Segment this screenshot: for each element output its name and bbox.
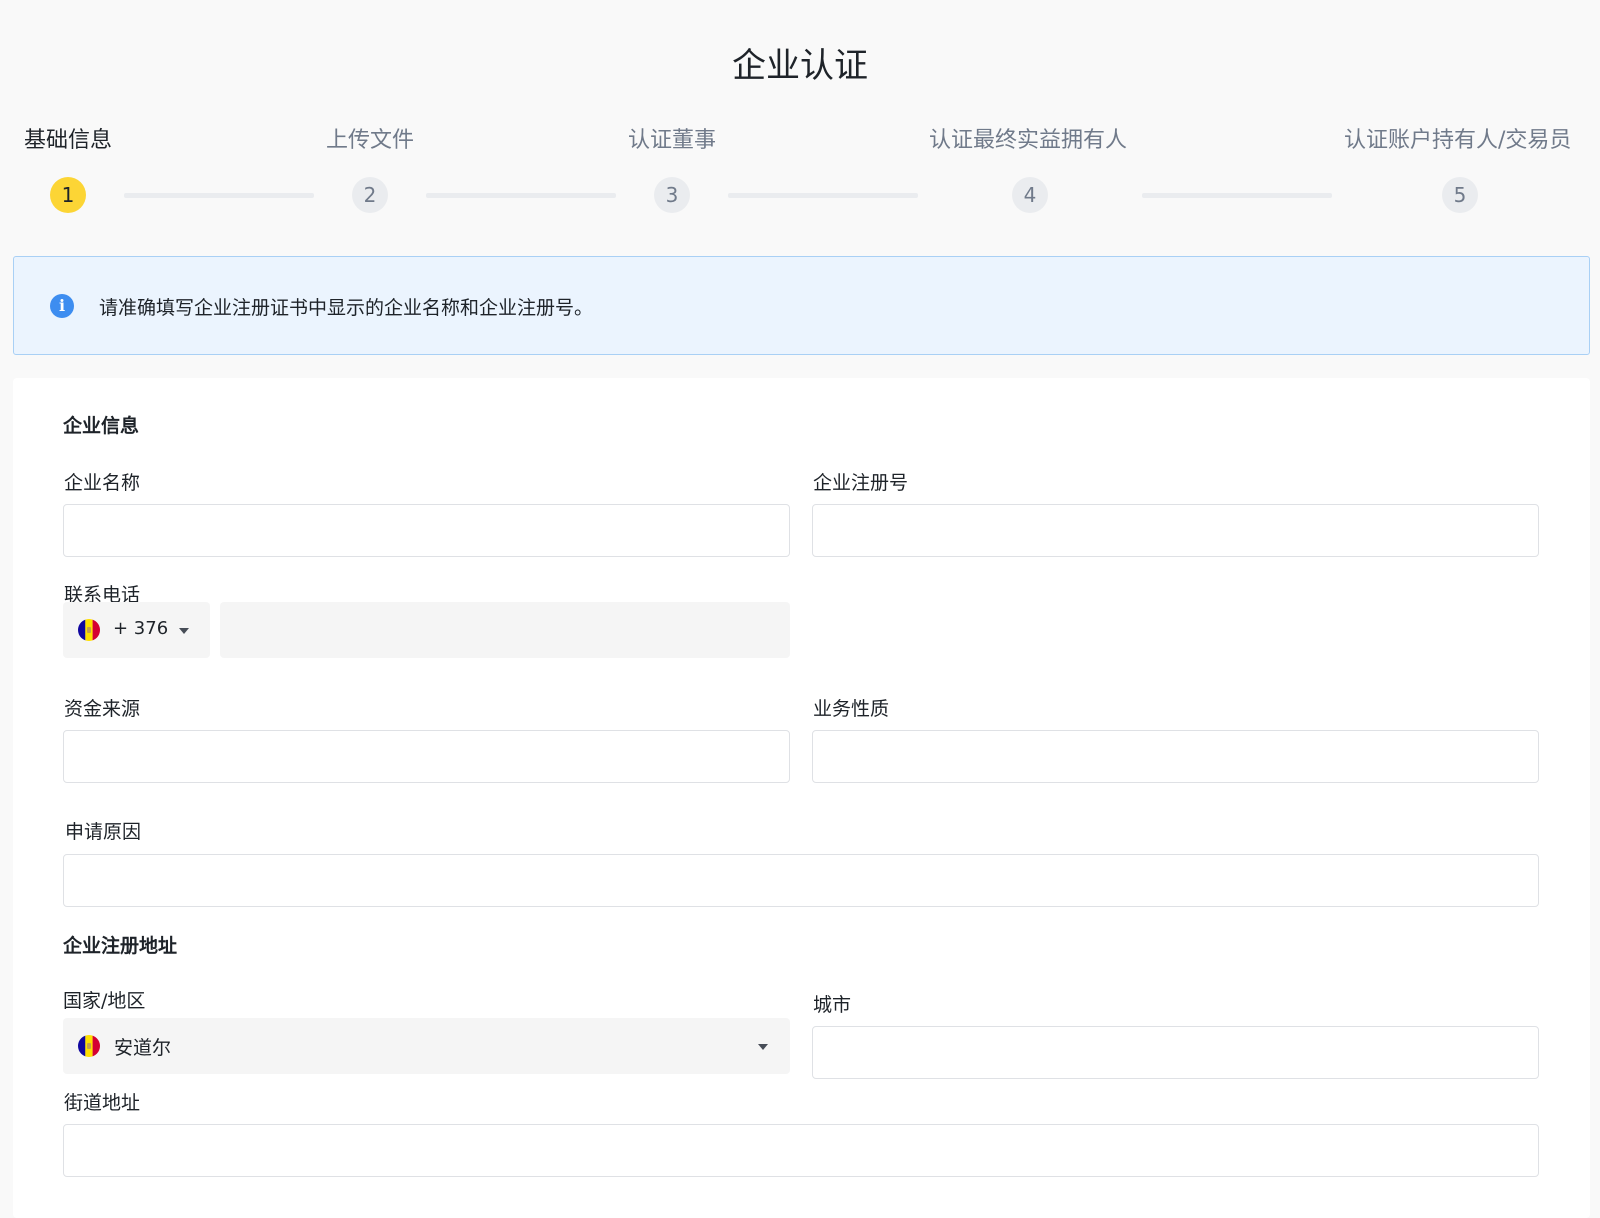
phone-number-input[interactable] bbox=[220, 602, 790, 658]
page-title: 企业认证 bbox=[732, 46, 868, 86]
street-label: 街道地址 bbox=[64, 1092, 141, 1114]
caret-down-icon bbox=[758, 1044, 768, 1050]
application-reason-input[interactable] bbox=[64, 855, 1538, 906]
step-circle-3[interactable]: 3 bbox=[654, 177, 690, 213]
business-nature-field[interactable] bbox=[812, 730, 1539, 783]
street-input[interactable] bbox=[64, 1125, 1538, 1176]
business-nature-input[interactable] bbox=[813, 731, 1538, 782]
company-name-label: 企业名称 bbox=[64, 472, 141, 494]
city-field[interactable] bbox=[812, 1026, 1539, 1079]
source-of-funds-label: 资金来源 bbox=[64, 698, 141, 720]
section-title-company-info: 企业信息 bbox=[63, 415, 140, 437]
info-notice: i 请准确填写企业注册证书中显示的企业名称和企业注册号。 bbox=[13, 256, 1590, 355]
step-connector bbox=[124, 193, 314, 198]
city-input[interactable] bbox=[813, 1027, 1538, 1078]
section-title-registered-address: 企业注册地址 bbox=[63, 935, 178, 957]
andorra-flag-icon bbox=[78, 619, 100, 641]
company-name-field[interactable] bbox=[63, 504, 790, 557]
country-value: 安道尔 bbox=[114, 1037, 172, 1059]
step-label-5[interactable]: 认证账户持有人/交易员 bbox=[1344, 122, 1571, 154]
source-of-funds-field[interactable] bbox=[63, 730, 790, 783]
andorra-flag-icon bbox=[78, 1035, 100, 1057]
dial-code: + 376 bbox=[113, 618, 169, 639]
step-label-2[interactable]: 上传文件 bbox=[326, 122, 414, 154]
step-circle-1[interactable]: 1 bbox=[50, 177, 86, 213]
info-icon: i bbox=[50, 294, 74, 318]
registration-number-input[interactable] bbox=[813, 505, 1538, 556]
step-label-1[interactable]: 基础信息 bbox=[24, 122, 112, 154]
form-card: 企业信息 企业名称 企业注册号 联系电话 + 376 资金来源 业务性质 申请原… bbox=[13, 378, 1590, 1218]
business-nature-label: 业务性质 bbox=[813, 698, 890, 720]
city-label: 城市 bbox=[813, 994, 852, 1016]
step-connector bbox=[426, 193, 616, 198]
country-label: 国家/地区 bbox=[63, 990, 146, 1012]
phone-number-field[interactable] bbox=[220, 602, 790, 658]
step-label-4[interactable]: 认证最终实益拥有人 bbox=[929, 122, 1127, 154]
application-reason-label: 申请原因 bbox=[65, 821, 142, 843]
source-of-funds-input[interactable] bbox=[64, 731, 789, 782]
street-field[interactable] bbox=[63, 1124, 1539, 1177]
step-circle-5[interactable]: 5 bbox=[1442, 177, 1478, 213]
step-label-3[interactable]: 认证董事 bbox=[628, 122, 716, 154]
step-connector bbox=[1142, 193, 1332, 198]
step-connector bbox=[728, 193, 918, 198]
registration-number-label: 企业注册号 bbox=[813, 472, 909, 494]
country-select[interactable]: 安道尔 bbox=[63, 1018, 790, 1074]
application-reason-field[interactable] bbox=[63, 854, 1539, 907]
step-circle-2[interactable]: 2 bbox=[352, 177, 388, 213]
company-name-input[interactable] bbox=[64, 505, 789, 556]
notice-text: 请准确填写企业注册证书中显示的企业名称和企业注册号。 bbox=[99, 297, 594, 319]
caret-down-icon bbox=[179, 628, 189, 634]
step-circle-4[interactable]: 4 bbox=[1012, 177, 1048, 213]
registration-number-field[interactable] bbox=[812, 504, 1539, 557]
country-code-select[interactable]: + 376 bbox=[63, 602, 210, 658]
